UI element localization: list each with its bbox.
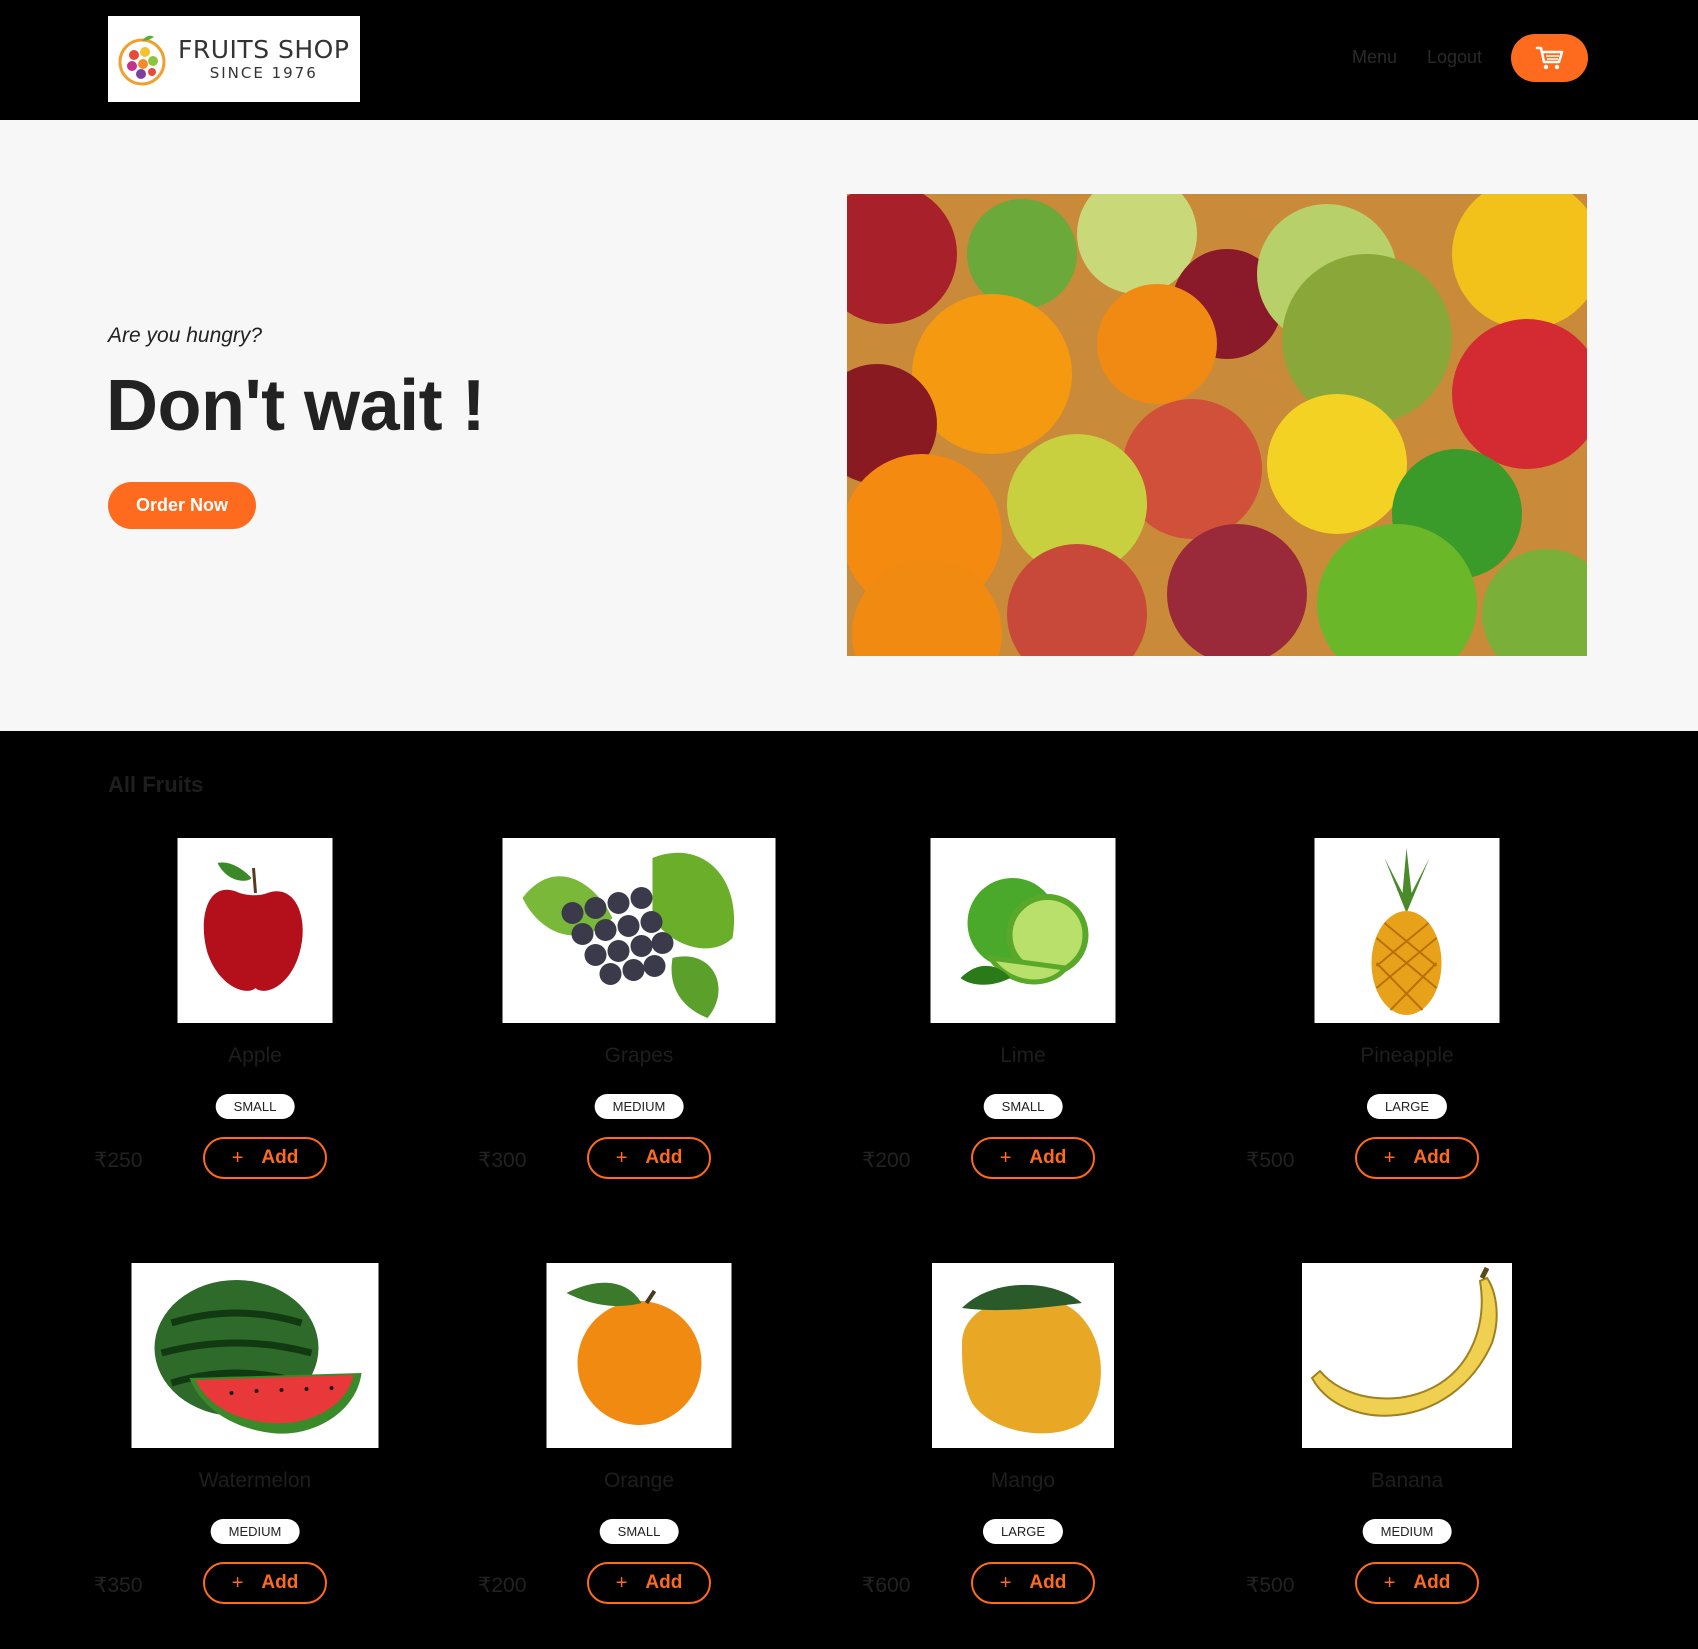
grapes-image: [502, 838, 776, 1023]
size-badge: SMALL: [983, 1094, 1063, 1119]
shopping-cart-icon: [1535, 46, 1563, 70]
product-price: ₹200: [478, 1574, 527, 1597]
add-label: Add: [1413, 1147, 1451, 1168]
add-to-cart-button[interactable]: + Add: [587, 1137, 711, 1179]
banana-image: [1302, 1263, 1512, 1448]
hero-fruits-image: [847, 194, 1587, 656]
add-to-cart-button[interactable]: + Add: [203, 1562, 327, 1604]
pineapple-image: [1314, 838, 1500, 1023]
product-price: ₹200: [862, 1149, 911, 1172]
product-price: ₹600: [862, 1574, 911, 1597]
product-card-orange: Orange SMALL ₹200 + Add: [447, 1263, 831, 1649]
orange-image: [546, 1263, 732, 1448]
product-price: ₹500: [1246, 1149, 1295, 1172]
add-to-cart-button[interactable]: + Add: [1355, 1562, 1479, 1604]
product-card-watermelon: Watermelon MEDIUM ₹350 + Add: [63, 1263, 447, 1649]
plus-icon: +: [999, 1571, 1012, 1594]
product-card-apple: Apple SMALL ₹250 + Add: [63, 838, 447, 1238]
nav-menu-link[interactable]: Menu: [1352, 47, 1397, 68]
add-to-cart-button[interactable]: + Add: [1355, 1137, 1479, 1179]
add-label: Add: [645, 1572, 683, 1593]
product-name: Apple: [228, 1044, 282, 1067]
plus-icon: +: [1383, 1571, 1396, 1594]
add-label: Add: [1029, 1147, 1067, 1168]
size-badge: MEDIUM: [210, 1519, 300, 1544]
size-badge: SMALL: [215, 1094, 295, 1119]
add-label: Add: [645, 1147, 683, 1168]
section-title: All Fruits: [108, 772, 204, 797]
plus-icon: +: [615, 1571, 628, 1594]
plus-icon: +: [231, 1146, 244, 1169]
add-label: Add: [261, 1147, 299, 1168]
product-card-banana: Banana MEDIUM ₹500 + Add: [1215, 1263, 1599, 1649]
top-header: FRUITS SHOP SINCE 1976 Menu Logout: [0, 0, 1698, 120]
shop-logo[interactable]: FRUITS SHOP SINCE 1976: [108, 16, 360, 102]
product-name: Mango: [990, 1469, 1056, 1492]
mango-image: [932, 1263, 1114, 1448]
add-label: Add: [1413, 1572, 1451, 1593]
plus-icon: +: [999, 1146, 1012, 1169]
nav-logout-link[interactable]: Logout: [1427, 47, 1482, 68]
product-card-pineapple: Pineapple LARGE ₹500 + Add: [1215, 838, 1599, 1238]
product-name: Pineapple: [1360, 1044, 1454, 1067]
product-card-mango: Mango LARGE ₹600 + Add: [831, 1263, 1215, 1649]
size-badge: SMALL: [599, 1519, 679, 1544]
product-price: ₹500: [1246, 1574, 1295, 1597]
add-label: Add: [261, 1572, 299, 1593]
product-name: Grapes: [604, 1044, 674, 1067]
product-name: Banana: [1370, 1469, 1444, 1492]
hero-subtitle: Are you hungry?: [108, 324, 263, 347]
logo-title: FRUITS SHOP: [178, 35, 350, 64]
product-card-lime: Lime SMALL ₹200 + Add: [831, 838, 1215, 1238]
product-price: ₹350: [94, 1574, 143, 1597]
fruit-logo-icon: [118, 35, 166, 86]
product-name: Orange: [603, 1469, 675, 1492]
product-name: Lime: [1000, 1044, 1046, 1067]
add-to-cart-button[interactable]: + Add: [203, 1137, 327, 1179]
plus-icon: +: [615, 1146, 628, 1169]
plus-icon: +: [1383, 1146, 1396, 1169]
cart-button[interactable]: [1511, 34, 1588, 82]
product-card-grapes: Grapes MEDIUM ₹300 + Add: [447, 838, 831, 1238]
add-to-cart-button[interactable]: + Add: [587, 1562, 711, 1604]
hero-section: Are you hungry? Don't wait ! Order Now: [0, 120, 1698, 731]
order-now-button[interactable]: Order Now: [108, 482, 256, 529]
product-name: Watermelon: [198, 1469, 312, 1492]
product-price: ₹250: [94, 1149, 143, 1172]
product-price: ₹300: [478, 1149, 527, 1172]
add-to-cart-button[interactable]: + Add: [971, 1137, 1095, 1179]
apple-image: [177, 838, 333, 1023]
size-badge: MEDIUM: [594, 1094, 684, 1119]
size-badge: LARGE: [1366, 1094, 1448, 1119]
size-badge: LARGE: [982, 1519, 1064, 1544]
size-badge: MEDIUM: [1362, 1519, 1452, 1544]
add-label: Add: [1029, 1572, 1067, 1593]
lime-image: [930, 838, 1116, 1023]
plus-icon: +: [231, 1571, 244, 1594]
watermelon-image: [131, 1263, 379, 1448]
logo-since: SINCE 1976: [209, 64, 318, 82]
add-to-cart-button[interactable]: + Add: [971, 1562, 1095, 1604]
hero-title: Don't wait !: [106, 366, 486, 446]
